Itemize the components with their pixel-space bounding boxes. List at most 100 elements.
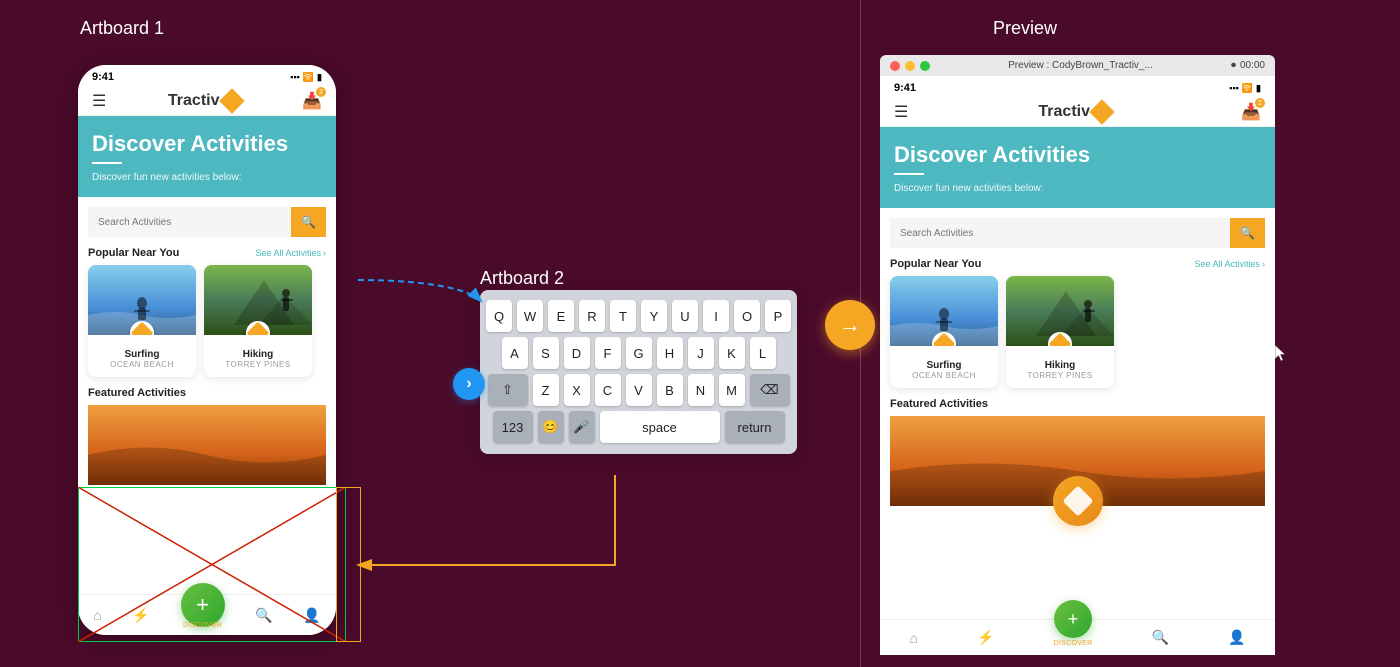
- preview-label: Preview: [993, 18, 1057, 39]
- status-icons-1: ▪▪▪ 🛜 ▮: [290, 72, 322, 83]
- menu-icon-1[interactable]: ☰: [92, 91, 106, 111]
- artboard2-label: Artboard 2: [480, 268, 564, 289]
- nav-profile-1[interactable]: 👤: [303, 607, 320, 624]
- key-space[interactable]: space: [600, 411, 720, 443]
- keyboard-row-3: ⇧ Z X C V B N M ⌫: [486, 374, 791, 406]
- key-e[interactable]: E: [548, 300, 574, 332]
- time-preview: 9:41: [894, 82, 916, 94]
- featured-title-p: Featured Activities: [890, 398, 1265, 410]
- card-info-surfing: Surfing OCEAN BEACH: [88, 335, 196, 377]
- wifi-icon-p: 🛜: [1242, 83, 1253, 94]
- key-123[interactable]: 123: [493, 411, 533, 443]
- card-hiking[interactable]: Hiking TORREY PINES: [204, 265, 312, 377]
- key-g[interactable]: G: [626, 337, 652, 369]
- playback-icon: ⏺: [1231, 60, 1236, 71]
- nav-discover-p[interactable]: + DISCOVER: [1054, 620, 1093, 647]
- key-q[interactable]: Q: [486, 300, 512, 332]
- logo-diamond-1: [219, 88, 244, 113]
- key-w[interactable]: W: [517, 300, 543, 332]
- key-j[interactable]: J: [688, 337, 714, 369]
- key-y[interactable]: Y: [641, 300, 667, 332]
- key-shift[interactable]: ⇧: [488, 374, 528, 406]
- nav-discover-1[interactable]: + DISCOVER: [181, 603, 225, 627]
- tb-red-dot[interactable]: [890, 61, 900, 71]
- key-b[interactable]: B: [657, 374, 683, 406]
- discover-fab-p[interactable]: [1053, 476, 1103, 526]
- card-surfing-p[interactable]: Surfing OCEAN BEACH: [890, 276, 998, 388]
- inbox-icon-p[interactable]: 📥 2: [1241, 102, 1261, 122]
- blue-forward-button[interactable]: ›: [453, 368, 485, 400]
- key-emoji[interactable]: 😊: [538, 411, 564, 443]
- nav-home-p[interactable]: ⌂: [910, 630, 918, 646]
- signal-icon: ▪▪▪: [290, 72, 300, 82]
- card-surfing[interactable]: Surfing OCEAN BEACH: [88, 265, 196, 377]
- keyboard-artboard[interactable]: Q W E R T Y U I O P A S D F G H J K L ⇧ …: [480, 290, 797, 454]
- featured-image-1: [88, 405, 326, 485]
- hero-p: Discover Activities Discover fun new act…: [880, 127, 1275, 208]
- see-all-1[interactable]: See All Activities ›: [255, 248, 326, 258]
- search-nav-icon-p: 🔍: [1152, 629, 1169, 646]
- keyboard-row-1: Q W E R T Y U I O P: [486, 300, 791, 332]
- search-container-1: 🔍: [88, 207, 326, 237]
- orange-arrow-button[interactable]: →: [825, 300, 875, 350]
- key-v[interactable]: V: [626, 374, 652, 406]
- key-d[interactable]: D: [564, 337, 590, 369]
- tb-yellow-dot[interactable]: [905, 61, 915, 71]
- hero-title-1: Discover Activities: [92, 132, 322, 156]
- featured-title-1: Featured Activities: [88, 387, 326, 399]
- key-l[interactable]: L: [750, 337, 776, 369]
- profile-icon-p: 👤: [1228, 629, 1245, 646]
- search-input-p[interactable]: [890, 218, 1230, 248]
- featured-image-p: [890, 416, 1265, 506]
- key-s[interactable]: S: [533, 337, 559, 369]
- nav-activity-p[interactable]: ⚡: [977, 629, 994, 646]
- search-button-p[interactable]: 🔍: [1230, 218, 1265, 248]
- key-a[interactable]: A: [502, 337, 528, 369]
- nav-profile-p[interactable]: 👤: [1228, 629, 1245, 646]
- key-u[interactable]: U: [672, 300, 698, 332]
- key-return[interactable]: return: [725, 411, 785, 443]
- hero-divider-1: [92, 162, 122, 164]
- key-i[interactable]: I: [703, 300, 729, 332]
- preview-time: ⏺ 00:00: [1231, 60, 1265, 71]
- card-location-hiking: TORREY PINES: [212, 360, 304, 369]
- discover-label-p: DISCOVER: [1054, 640, 1093, 647]
- key-c[interactable]: C: [595, 374, 621, 406]
- card-hiking-p[interactable]: Hiking TORREY PINES: [1006, 276, 1114, 388]
- tb-green-dot[interactable]: [920, 61, 930, 71]
- wifi-icon: 🛜: [303, 72, 314, 83]
- menu-icon-p[interactable]: ☰: [894, 102, 908, 122]
- card-name-surfing: Surfing: [96, 349, 188, 360]
- fab-button-p[interactable]: +: [1054, 600, 1092, 638]
- key-h[interactable]: H: [657, 337, 683, 369]
- key-mic[interactable]: 🎤: [569, 411, 595, 443]
- search-input-1[interactable]: [88, 207, 291, 237]
- nav-activity-1[interactable]: ⚡: [132, 607, 149, 624]
- nav-home-1[interactable]: ⌂: [93, 607, 101, 623]
- search-button-1[interactable]: 🔍: [291, 207, 326, 237]
- chevron-right-icon-p: ›: [1262, 259, 1265, 269]
- key-o[interactable]: O: [734, 300, 760, 332]
- cursor: [1275, 345, 1287, 363]
- key-k[interactable]: K: [719, 337, 745, 369]
- nav-search-p[interactable]: 🔍: [1152, 629, 1169, 646]
- key-x[interactable]: X: [564, 374, 590, 406]
- key-f[interactable]: F: [595, 337, 621, 369]
- preview-phone: 9:41 ▪▪▪ 🛜 ▮ ☰ Tractiv 📥 2 Discover Acti…: [880, 76, 1275, 650]
- key-t[interactable]: T: [610, 300, 636, 332]
- inbox-icon-1[interactable]: 📥 2: [302, 91, 322, 111]
- hero-divider-p: [894, 173, 924, 175]
- hero-title-p: Discover Activities: [894, 143, 1261, 167]
- key-z[interactable]: Z: [533, 374, 559, 406]
- card-name-hiking: Hiking: [212, 349, 304, 360]
- fab-button-1[interactable]: +: [181, 583, 225, 627]
- preview-title-text: Preview : CodyBrown_Tractiv_...: [938, 60, 1223, 71]
- key-p[interactable]: P: [765, 300, 791, 332]
- see-all-p[interactable]: See All Activities ›: [1194, 259, 1265, 269]
- key-m[interactable]: M: [719, 374, 745, 406]
- key-n[interactable]: N: [688, 374, 714, 406]
- status-bar-1: 9:41 ▪▪▪ 🛜 ▮: [78, 65, 336, 87]
- key-delete[interactable]: ⌫: [750, 374, 790, 406]
- nav-search-1[interactable]: 🔍: [255, 607, 272, 624]
- key-r[interactable]: R: [579, 300, 605, 332]
